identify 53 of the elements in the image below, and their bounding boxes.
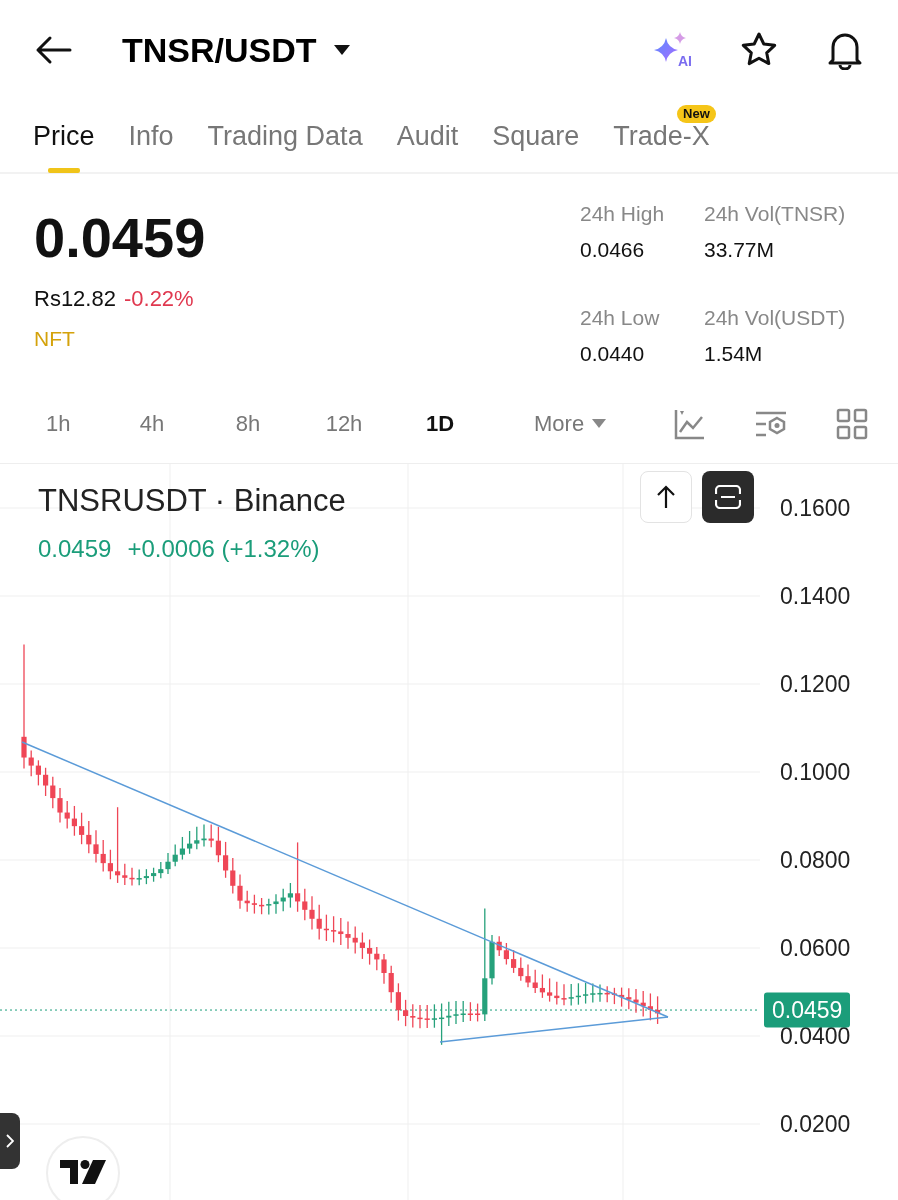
up-arrow-icon: [655, 485, 677, 509]
stat-label: 24h Vol(USDT): [704, 305, 847, 331]
interval-tab[interactable]: 12h: [296, 407, 392, 440]
interval-tab[interactable]: 1D: [392, 407, 488, 440]
chart-symbol: TNSRUSDT · Binance: [38, 482, 346, 520]
stat-value: 0.0440: [580, 340, 646, 367]
category-tag[interactable]: NFT: [34, 323, 580, 355]
tab[interactable]: Trading Data: [207, 99, 363, 173]
interval-tab[interactable]: 1h: [46, 407, 104, 440]
stat-value: 0.0466: [580, 236, 646, 263]
logo-icon: [60, 1160, 106, 1186]
more-dropdown[interactable]: More: [534, 407, 607, 440]
back-arrow-icon: [34, 35, 74, 65]
back-button[interactable]: [34, 35, 74, 65]
fullscreen-button[interactable]: [702, 471, 754, 523]
last-price: 0.0459: [34, 210, 207, 266]
stat-label: 24h High: [580, 201, 666, 227]
price-axis-label: 0.1400: [780, 584, 851, 608]
price-axis-label: 0.1000: [780, 760, 851, 784]
price-axis-label: 0.0600: [780, 936, 851, 960]
stat-label: 24h Low: [580, 305, 661, 331]
stat-value: 1.54M: [704, 340, 764, 367]
interval-tab[interactable]: 4h: [104, 407, 200, 440]
layout-button[interactable]: [836, 407, 868, 440]
tab[interactable]: Info: [128, 99, 174, 173]
line-chart-icon: [674, 407, 706, 440]
stat-value: 33.77M: [704, 236, 776, 263]
caret-icon: [332, 44, 351, 56]
interval-tab[interactable]: 8h: [200, 407, 296, 440]
caret-icon: [592, 419, 607, 428]
price-axis-label: 0.0200: [780, 1112, 851, 1136]
side-panel-handle[interactable]: [0, 1113, 20, 1169]
fiat-price: Rs12.82: [34, 285, 116, 313]
fullscreen-icon: [715, 485, 741, 509]
pair-selector[interactable]: TNSR/USDT: [122, 24, 351, 76]
chart-change: +0.0006 (+1.32%): [127, 533, 320, 564]
price-axis-label: 0.1600: [780, 496, 851, 520]
chart-last-price: 0.0459: [38, 533, 112, 564]
chevron-right-icon: [6, 1134, 14, 1148]
tab[interactable]: Audit: [396, 99, 459, 173]
scroll-to-latest-button[interactable]: [640, 471, 692, 523]
indicator-button[interactable]: [674, 407, 706, 440]
tradingview-logo[interactable]: [46, 1136, 120, 1200]
ai-assistant-button[interactable]: AI: [652, 32, 692, 68]
price-change: -0.22%: [123, 285, 194, 313]
grid-icon: [836, 407, 868, 440]
price-axis-label: 0.1200: [780, 672, 851, 696]
last-price-tag: 0.0459: [764, 992, 851, 1028]
tab[interactable]: Price: [33, 99, 95, 173]
stat-label: 24h Vol(TNSR): [704, 201, 847, 227]
tab[interactable]: Square: [492, 99, 580, 173]
new-badge: New: [677, 105, 716, 123]
price-axis-label: 0.0800: [780, 848, 851, 872]
